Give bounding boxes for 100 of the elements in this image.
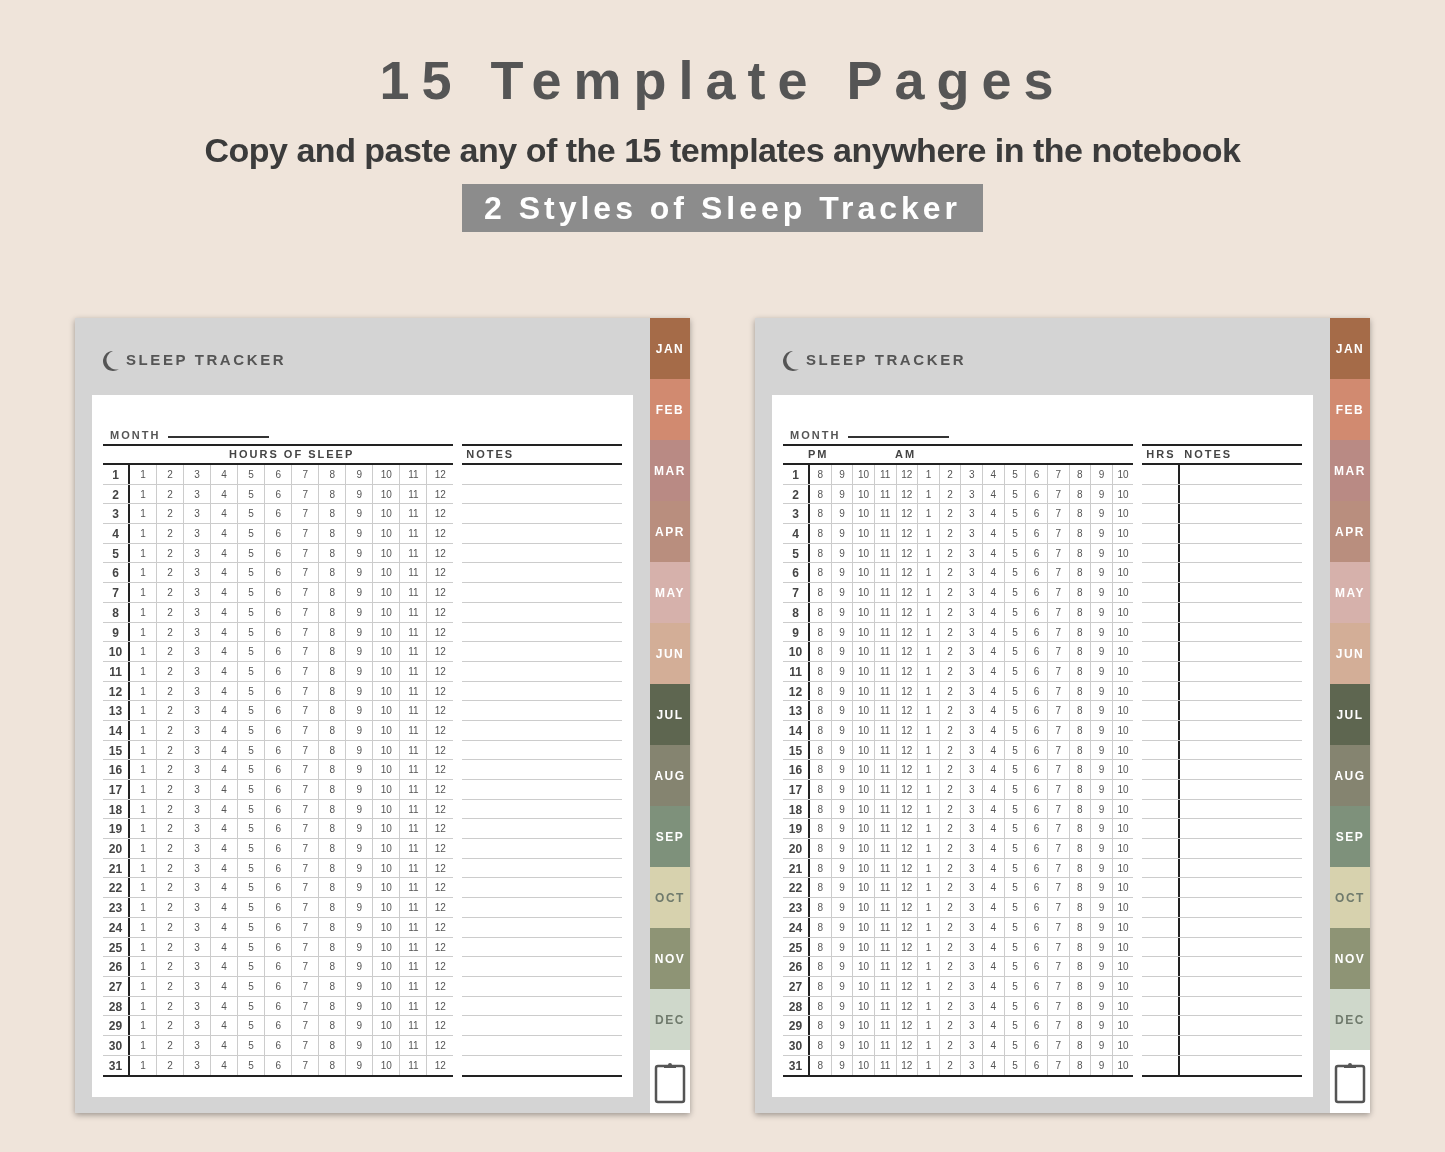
month-tab[interactable]: JAN — [650, 318, 690, 379]
hour-cell: 4 — [211, 898, 239, 917]
month-tab[interactable]: JAN — [1330, 318, 1370, 379]
month-tab[interactable]: JUN — [650, 623, 690, 684]
month-tab[interactable]: MAR — [1330, 440, 1370, 501]
month-tab[interactable]: JUL — [1330, 684, 1370, 745]
hour-cell: 11 — [874, 740, 897, 760]
hour-cell: 9 — [831, 839, 854, 858]
hour-cell: 8 — [810, 780, 832, 799]
hour-cell: 7 — [292, 524, 320, 543]
hour-cell: 9 — [831, 543, 854, 563]
hour-cell: 7 — [292, 583, 320, 602]
hour-cell: 2 — [939, 1035, 962, 1055]
hour-cell: 9 — [1091, 720, 1113, 740]
hour-cell: 6 — [1026, 583, 1048, 602]
hour-cell: 11 — [874, 957, 897, 976]
hour-cell: 1 — [130, 1016, 158, 1035]
hour-cell: 6 — [265, 661, 293, 681]
hour-cell: 10 — [853, 720, 875, 740]
hour-cell-text: 12 — [433, 723, 447, 738]
month-tab[interactable]: DEC — [1330, 989, 1370, 1050]
hour-cell: 12 — [896, 976, 919, 996]
hour-cell: 1 — [918, 957, 940, 976]
month-label: MONTH — [790, 427, 841, 443]
hour-cell: 2 — [939, 563, 962, 583]
hour-cell: 8 — [319, 563, 347, 583]
hour-cell: 2 — [157, 898, 185, 917]
hour-cell: 6 — [265, 740, 293, 760]
hour-cell: 4 — [211, 760, 239, 779]
month-tab[interactable]: AUG — [650, 745, 690, 806]
hour-cell: 6 — [265, 976, 293, 996]
hour-cell: 10 — [373, 799, 401, 819]
hour-cell: 12 — [896, 524, 919, 543]
hour-cell: 8 — [1069, 543, 1092, 563]
hour-cell: 2 — [157, 701, 185, 720]
month-tab[interactable]: OCT — [650, 867, 690, 928]
hour-cell: 10 — [373, 543, 401, 563]
hour-cell: 4 — [983, 681, 1005, 701]
hour-cell: 4 — [983, 720, 1005, 740]
month-tab[interactable]: OCT — [1330, 867, 1370, 928]
month-tab[interactable]: NOV — [650, 928, 690, 989]
hour-cell: 11 — [400, 819, 428, 839]
hour-cell: 3 — [184, 504, 212, 524]
hour-cell: 1 — [918, 484, 940, 504]
month-tab[interactable]: JUL — [650, 684, 690, 745]
hour-cell: 8 — [1069, 917, 1092, 937]
hour-cell: 3 — [184, 839, 212, 858]
hour-cell-text: 10 — [1116, 487, 1130, 502]
hour-cell: 7 — [292, 622, 320, 642]
month-tab[interactable]: APR — [650, 501, 690, 562]
hour-cell: 5 — [238, 819, 266, 839]
page-title: SLEEP TRACKER — [806, 350, 967, 371]
month-tab[interactable]: MAY — [1330, 562, 1370, 623]
hour-cell: 4 — [983, 819, 1005, 839]
hour-cell: 7 — [1047, 819, 1070, 839]
month-tab[interactable]: JUN — [1330, 623, 1370, 684]
hour-cell: 2 — [157, 681, 185, 701]
month-tab[interactable]: NOV — [1330, 928, 1370, 989]
hour-cell: 5 — [238, 622, 266, 642]
hour-cell: 7 — [292, 858, 320, 878]
month-tab[interactable]: AUG — [1330, 745, 1370, 806]
hour-cell: 2 — [157, 878, 185, 898]
hour-cell: 3 — [184, 661, 212, 681]
month-tab[interactable]: FEB — [1330, 379, 1370, 440]
hour-cell: 4 — [983, 996, 1005, 1016]
month-tab[interactable]: MAY — [650, 562, 690, 623]
hour-cell: 3 — [961, 1035, 983, 1055]
hour-cell: 12 — [896, 799, 919, 819]
day-number: 21 — [103, 858, 130, 878]
hour-cell: 12 — [896, 780, 919, 799]
day-number: 14 — [783, 720, 810, 740]
month-tab[interactable]: DEC — [650, 989, 690, 1050]
hour-cell: 8 — [1069, 976, 1092, 996]
hour-cell: 2 — [939, 681, 962, 701]
month-tab[interactable]: FEB — [650, 379, 690, 440]
hour-cell: 10 — [373, 1035, 401, 1055]
hour-cell: 7 — [1047, 976, 1070, 996]
hour-cell: 2 — [157, 465, 185, 484]
hour-cell: 11 — [400, 484, 428, 504]
hour-cell: 4 — [211, 1035, 239, 1055]
hour-cell: 2 — [939, 878, 962, 898]
day-number: 5 — [783, 543, 810, 563]
hour-cell: 12 — [896, 898, 919, 917]
hour-cell: 10 — [853, 661, 875, 681]
hour-cell: 9 — [1091, 602, 1113, 622]
day-number: 19 — [103, 819, 130, 839]
hour-cell-text: 10 — [1116, 920, 1130, 935]
day-number: 11 — [103, 661, 130, 681]
hour-cell: 5 — [238, 740, 266, 760]
month-tab[interactable]: APR — [1330, 501, 1370, 562]
month-tab[interactable]: SEP — [650, 806, 690, 867]
hour-cell: 8 — [1069, 504, 1092, 524]
hour-cell: 3 — [184, 1035, 212, 1055]
hour-cell: 4 — [211, 661, 239, 681]
hour-cell: 9 — [831, 720, 854, 740]
hour-cell: 3 — [961, 839, 983, 858]
hour-cell: 8 — [1069, 484, 1092, 504]
day-number: 31 — [783, 1055, 810, 1076]
month-tab[interactable]: SEP — [1330, 806, 1370, 867]
month-tab[interactable]: MAR — [650, 440, 690, 501]
